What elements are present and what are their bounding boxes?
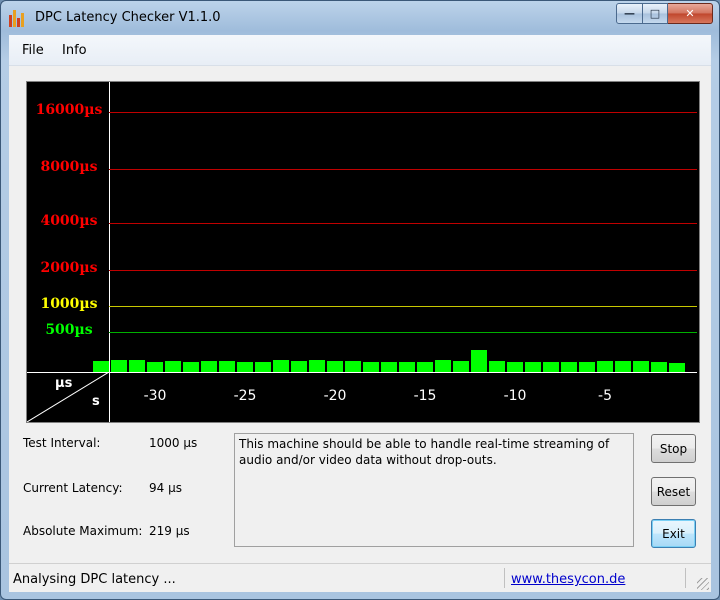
maximize-button[interactable]: □ [643, 3, 668, 24]
maximize-icon: □ [649, 7, 661, 20]
latency-bar [165, 361, 181, 372]
latency-bar [435, 360, 451, 372]
latency-bar [633, 361, 649, 372]
latency-bar [579, 362, 595, 372]
latency-bar [291, 361, 307, 372]
reset-button[interactable]: Reset [651, 477, 696, 506]
resize-grip[interactable] [697, 578, 709, 590]
gridline-16000µs [109, 112, 697, 113]
latency-bar [381, 362, 397, 372]
latency-bar [93, 361, 109, 372]
latency-bar [237, 362, 253, 372]
website-link[interactable]: www.thesycon.de [511, 572, 625, 587]
y-tick-label: 16000µs [35, 102, 103, 118]
test-interval-value: 1000 µs [149, 436, 198, 450]
exit-button[interactable]: Exit [651, 519, 696, 548]
gridline-500µs [109, 332, 697, 333]
latency-bar [399, 362, 415, 372]
gridline-1000µs [109, 306, 697, 307]
y-tick-label: 500µs [45, 322, 93, 338]
latency-bar [525, 362, 541, 372]
minimize-button[interactable]: — [616, 3, 643, 24]
current-latency-value: 94 µs [149, 481, 182, 495]
y-unit-label: µs [55, 376, 73, 391]
window-title: DPC Latency Checker V1.1.0 [35, 10, 221, 25]
stop-button[interactable]: Stop [651, 434, 696, 463]
latency-bar [597, 361, 613, 372]
latency-bar [183, 362, 199, 372]
x-tick-label: -10 [503, 388, 527, 404]
y-axis-line [109, 82, 110, 422]
x-unit-label: s [92, 394, 100, 409]
y-tick-label: 2000µs [40, 260, 98, 276]
x-tick-label: -20 [323, 388, 347, 404]
x-axis-line [27, 372, 697, 373]
latency-bar [309, 360, 325, 372]
latency-bar [147, 362, 163, 372]
latency-bar [327, 361, 343, 372]
latency-bar [543, 362, 559, 372]
x-tick-label: -25 [233, 388, 257, 404]
absolute-maximum-value: 219 µs [149, 524, 190, 538]
x-tick-label: -15 [413, 388, 437, 404]
status-bar: Analysing DPC latency ... www.thesycon.d… [9, 563, 711, 592]
latency-bar [129, 360, 145, 372]
menu-info[interactable]: Info [62, 43, 87, 58]
absolute-maximum-label: Absolute Maximum: [23, 524, 143, 538]
latency-bar [363, 362, 379, 372]
gridline-2000µs [109, 270, 697, 271]
latency-bar [489, 361, 505, 372]
close-icon: ✕ [685, 7, 695, 20]
latency-bar [471, 350, 487, 372]
latency-bar [651, 362, 667, 372]
caption-buttons: — □ ✕ [616, 3, 713, 24]
close-button[interactable]: ✕ [668, 3, 713, 24]
x-tick-label: -5 [598, 388, 612, 404]
latency-bar [453, 361, 469, 372]
y-tick-label: 1000µs [40, 296, 98, 312]
latency-bar [615, 361, 631, 372]
latency-bar [417, 362, 433, 372]
latency-bar [507, 362, 523, 372]
x-tick-label: -30 [143, 388, 167, 404]
latency-bar [669, 363, 685, 372]
test-interval-label: Test Interval: [23, 436, 101, 450]
gridline-8000µs [109, 169, 697, 170]
client-area: File Info µs s 16000µs 8000µs 4000µs 2000µs… [9, 35, 711, 592]
latency-bar [201, 361, 217, 372]
status-divider-2 [685, 568, 686, 588]
app-window: DPC Latency Checker V1.1.0 — □ ✕ File In… [0, 0, 720, 600]
status-divider [504, 568, 505, 588]
latency-bar [255, 362, 271, 372]
latency-bar [561, 362, 577, 372]
latency-bar [273, 360, 289, 372]
y-tick-label: 8000µs [40, 159, 98, 175]
latency-bar [345, 361, 361, 372]
gridline-4000µs [109, 223, 697, 224]
menu-bar: File Info [9, 35, 711, 66]
latency-bar [219, 361, 235, 372]
menu-file[interactable]: File [22, 43, 44, 58]
title-bar[interactable]: DPC Latency Checker V1.1.0 — □ ✕ [1, 1, 719, 35]
status-text: Analysing DPC latency ... [13, 572, 176, 587]
minimize-icon: — [624, 7, 635, 20]
y-tick-label: 4000µs [40, 213, 98, 229]
latency-bar [111, 360, 127, 372]
latency-graph: µs s 16000µs 8000µs 4000µs 2000µs 1000µs 500µ… [26, 81, 700, 423]
status-message-box: This machine should be able to handle re… [234, 433, 634, 547]
app-bars-icon [9, 10, 27, 27]
current-latency-label: Current Latency: [23, 481, 123, 495]
